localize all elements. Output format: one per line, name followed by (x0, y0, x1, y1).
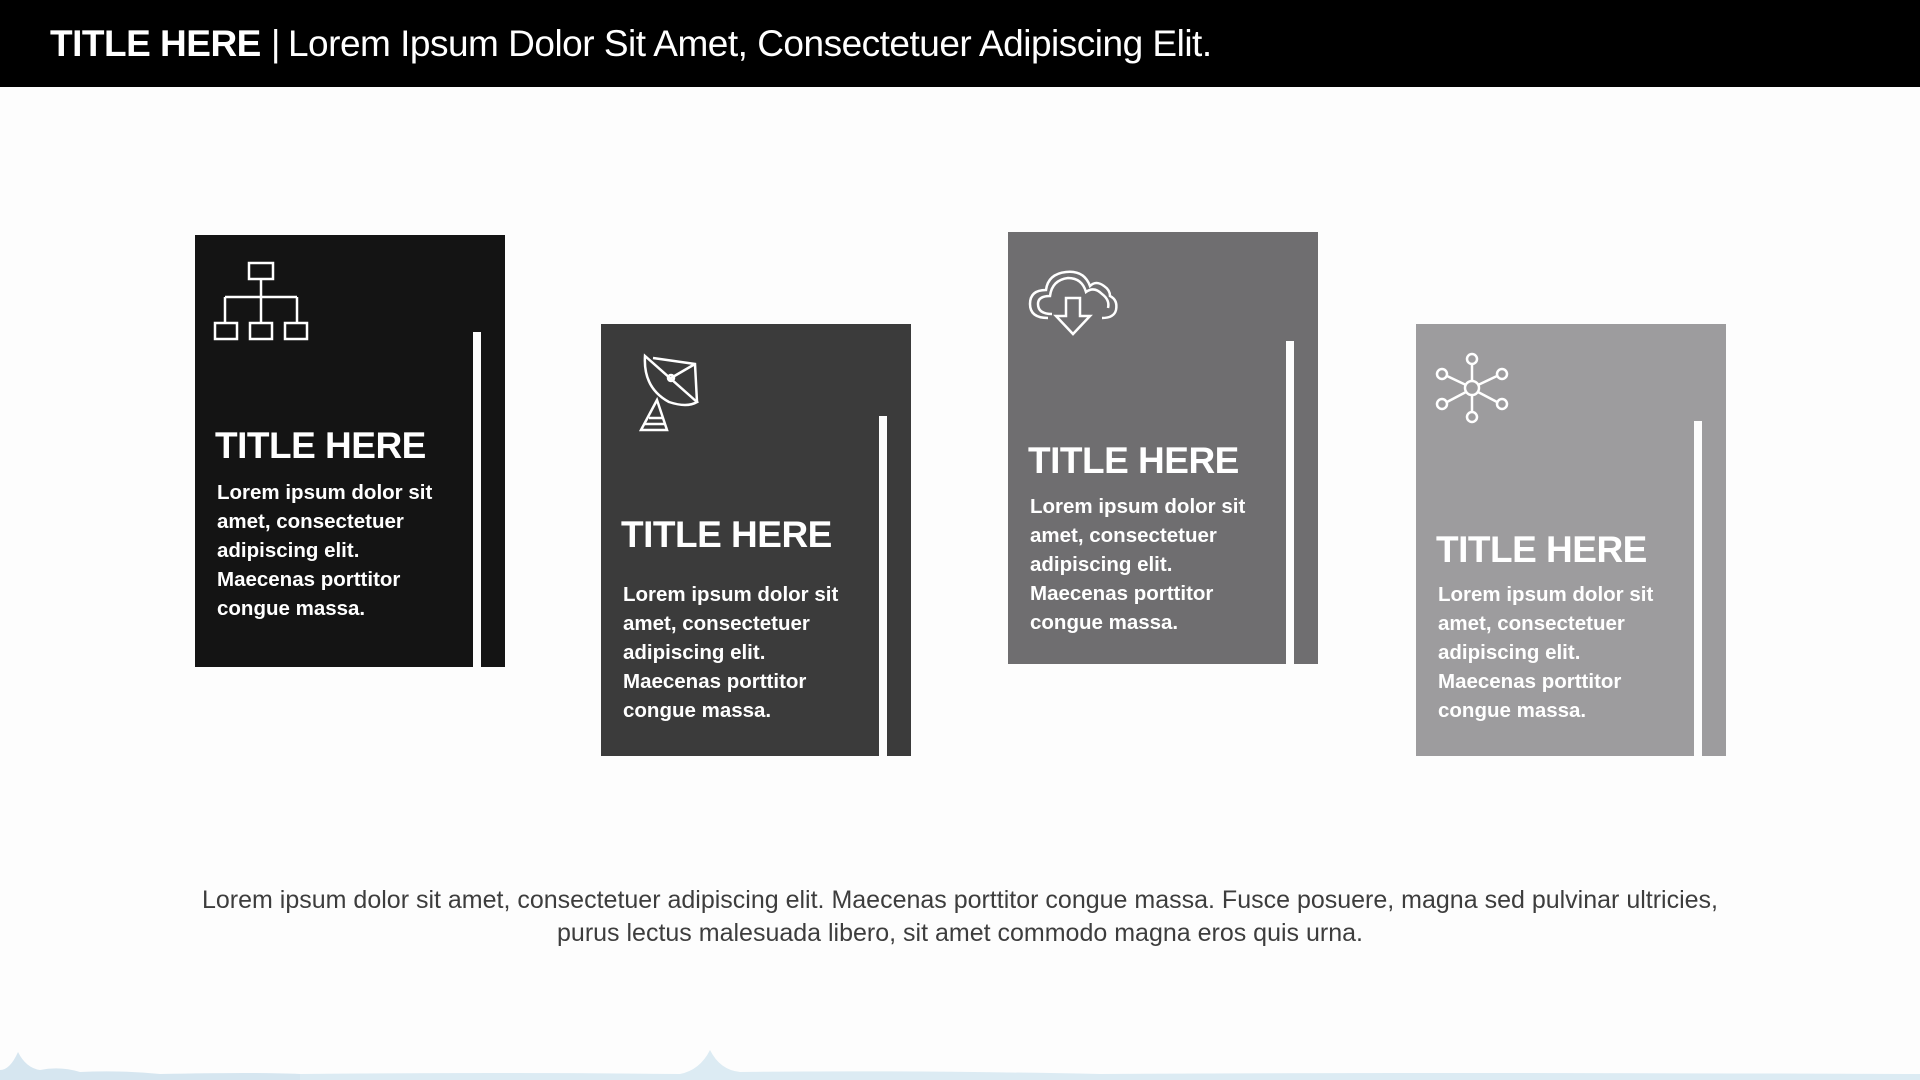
slide-subtitle: Lorem Ipsum Dolor Sit Amet, Consectetuer… (287, 22, 1212, 64)
info-card-4: TITLE HERE Lorem ipsum dolor sit amet, c… (1416, 324, 1726, 756)
card-title: TITLE HERE (1436, 529, 1647, 570)
slide-title-bold: TITLE HERE (50, 22, 261, 64)
info-card-2: TITLE HERE Lorem ipsum dolor sit amet, c… (601, 324, 911, 756)
footer-description: Lorem ipsum dolor sit amet, consectetuer… (201, 886, 1718, 947)
network-nodes-icon (1434, 352, 1510, 429)
info-card-3: TITLE HERE Lorem ipsum dolor sit amet, c… (1008, 232, 1318, 664)
card-title: TITLE HERE (1028, 440, 1239, 481)
card-accent-stripe (1694, 421, 1702, 756)
header-bar: TITLE HERE | Lorem Ipsum Dolor Sit Amet, C… (0, 0, 1920, 87)
info-card-1: TITLE HERE Lorem ipsum dolor sit amet, c… (195, 235, 505, 667)
card-accent-stripe (879, 416, 887, 756)
card-body: Lorem ipsum dolor sit amet, consectetuer… (623, 583, 839, 722)
card-accent-stripe (1286, 341, 1294, 664)
card-body: Lorem ipsum dolor sit amet, consectetuer… (1030, 495, 1246, 634)
card-title: TITLE HERE (215, 425, 426, 466)
card-body: Lorem ipsum dolor sit amet, consectetuer… (1438, 583, 1654, 722)
satellite-dish-icon (635, 352, 701, 437)
card-accent-stripe (473, 332, 481, 667)
card-body: Lorem ipsum dolor sit amet, consectetuer… (217, 481, 433, 620)
cloud-download-icon (1026, 266, 1120, 343)
slide-title: TITLE HERE | Lorem Ipsum Dolor Sit Amet, C… (50, 23, 1212, 65)
title-separator: | (270, 22, 281, 64)
card-title: TITLE HERE (621, 514, 832, 555)
hierarchy-icon (213, 261, 309, 350)
decorative-wave (0, 1050, 1920, 1080)
